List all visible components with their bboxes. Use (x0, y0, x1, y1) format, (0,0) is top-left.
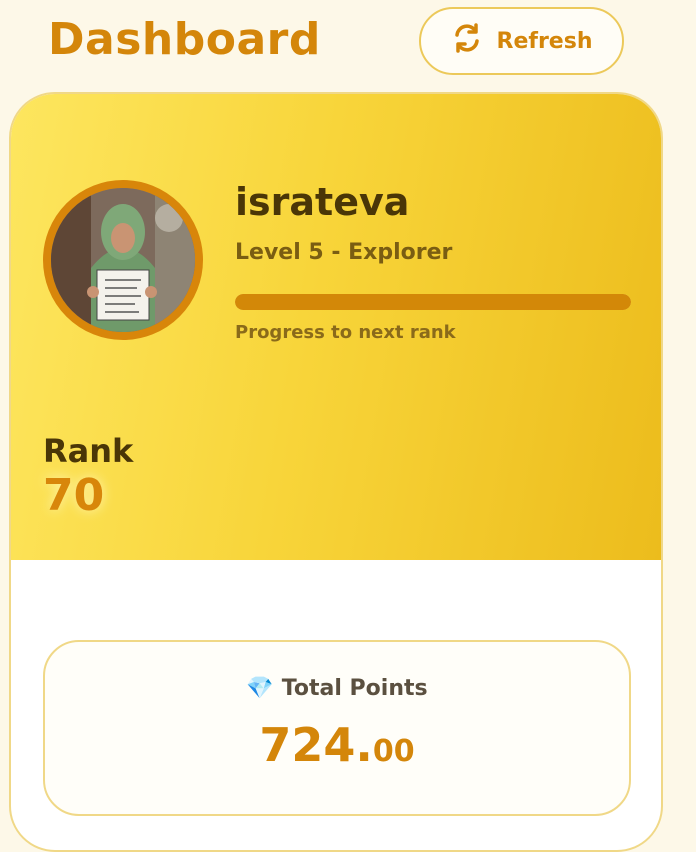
header: Dashboard Refresh (0, 0, 696, 90)
rank-value: 70 (43, 470, 105, 521)
gem-icon: 💎 (246, 676, 274, 701)
page-title: Dashboard (48, 14, 321, 65)
total-points-label: Total Points (281, 676, 428, 701)
rank-progress-bar (235, 294, 631, 310)
total-points-integer: 724. (259, 718, 373, 772)
username: israteva (235, 180, 410, 224)
total-points-card: 💎 Total Points 724.00 (43, 640, 631, 816)
refresh-label: Refresh (496, 28, 593, 54)
total-points-decimal: 00 (372, 734, 415, 769)
rank-progress-fill (235, 294, 631, 310)
refresh-button[interactable]: Refresh (419, 7, 624, 75)
level-label: Level 5 - Explorer (235, 240, 453, 265)
total-points-value: 724.00 (45, 718, 629, 772)
profile-card: israteva Level 5 - Explorer Progress to … (9, 92, 663, 852)
rank-label: Rank (43, 432, 134, 470)
progress-caption: Progress to next rank (235, 322, 456, 343)
profile-hero: israteva Level 5 - Explorer Progress to … (11, 94, 661, 560)
avatar (43, 180, 203, 340)
total-points-label-row: 💎 Total Points (45, 676, 629, 701)
refresh-icon (451, 22, 483, 60)
